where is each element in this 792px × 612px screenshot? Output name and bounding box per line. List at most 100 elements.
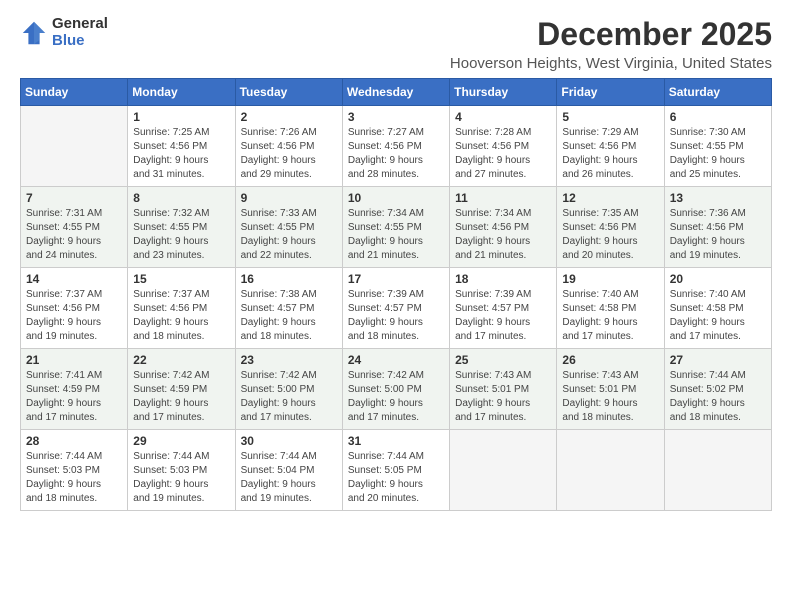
- day-number: 26: [562, 353, 658, 367]
- col-wednesday: Wednesday: [342, 79, 449, 106]
- day-number: 25: [455, 353, 551, 367]
- table-cell: 29 Sunrise: 7:44 AM Sunset: 5:03 PM Dayli…: [128, 430, 235, 511]
- day-number: 13: [670, 191, 766, 205]
- day-number: 30: [241, 434, 337, 448]
- calendar-week-row: 21 Sunrise: 7:41 AM Sunset: 4:59 PM Dayli…: [21, 349, 772, 430]
- table-cell: 26 Sunrise: 7:43 AM Sunset: 5:01 PM Dayli…: [557, 349, 664, 430]
- day-number: 31: [348, 434, 444, 448]
- calendar-week-row: 7Sunrise: 7:31 AM Sunset: 4:55 PM Daylig…: [21, 187, 772, 268]
- day-info: Sunrise: 7:27 AM Sunset: 4:56 PM Dayligh…: [348, 126, 444, 182]
- day-number: 4: [455, 110, 551, 124]
- table-cell: 14 Sunrise: 7:37 AM Sunset: 4:56 PM Dayli…: [21, 268, 128, 349]
- day-info: Sunrise: 7:40 AM Sunset: 4:58 PM Dayligh…: [562, 288, 658, 344]
- table-cell: 9 Sunrise: 7:33 AM Sunset: 4:55 PM Daylig…: [235, 187, 342, 268]
- day-info: Sunrise: 7:41 AM Sunset: 4:59 PM Dayligh…: [26, 369, 122, 425]
- table-cell: 6 Sunrise: 7:30 AM Sunset: 4:55 PM Daylig…: [664, 106, 771, 187]
- calendar-week-row: 28Sunrise: 7:44 AM Sunset: 5:03 PM Dayli…: [21, 430, 772, 511]
- table-cell: 22 Sunrise: 7:42 AM Sunset: 4:59 PM Dayli…: [128, 349, 235, 430]
- day-number: 27: [670, 353, 766, 367]
- table-cell: 11 Sunrise: 7:34 AM Sunset: 4:56 PM Dayli…: [450, 187, 557, 268]
- table-cell: 5 Sunrise: 7:29 AM Sunset: 4:56 PM Daylig…: [557, 106, 664, 187]
- day-info: Sunrise: 7:25 AM Sunset: 4:56 PM Dayligh…: [133, 126, 229, 182]
- day-info: Sunrise: 7:44 AM Sunset: 5:05 PM Dayligh…: [348, 450, 444, 506]
- table-cell: [557, 430, 664, 511]
- day-number: 23: [241, 353, 337, 367]
- day-info: Sunrise: 7:44 AM Sunset: 5:03 PM Dayligh…: [26, 450, 122, 506]
- day-info: Sunrise: 7:34 AM Sunset: 4:56 PM Dayligh…: [455, 207, 551, 263]
- day-info: Sunrise: 7:38 AM Sunset: 4:57 PM Dayligh…: [241, 288, 337, 344]
- calendar-header-row: Sunday Monday Tuesday Wednesday Thursday…: [21, 79, 772, 106]
- day-number: 22: [133, 353, 229, 367]
- day-info: Sunrise: 7:29 AM Sunset: 4:56 PM Dayligh…: [562, 126, 658, 182]
- table-cell: 7Sunrise: 7:31 AM Sunset: 4:55 PM Daylig…: [21, 187, 128, 268]
- col-saturday: Saturday: [664, 79, 771, 106]
- table-cell: 20 Sunrise: 7:40 AM Sunset: 4:58 PM Dayli…: [664, 268, 771, 349]
- day-info: Sunrise: 7:30 AM Sunset: 4:55 PM Dayligh…: [670, 126, 766, 182]
- table-cell: 13Sunrise: 7:36 AM Sunset: 4:56 PM Dayli…: [664, 187, 771, 268]
- day-info: Sunrise: 7:43 AM Sunset: 5:01 PM Dayligh…: [562, 369, 658, 425]
- table-cell: [450, 430, 557, 511]
- table-cell: 30 Sunrise: 7:44 AM Sunset: 5:04 PM Dayli…: [235, 430, 342, 511]
- day-number: 21: [26, 353, 122, 367]
- day-info: Sunrise: 7:39 AM Sunset: 4:57 PM Dayligh…: [455, 288, 551, 344]
- col-sunday: Sunday: [21, 79, 128, 106]
- col-tuesday: Tuesday: [235, 79, 342, 106]
- col-thursday: Thursday: [450, 79, 557, 106]
- day-number: 18: [455, 272, 551, 286]
- logo-text: General Blue: [52, 16, 108, 49]
- col-friday: Friday: [557, 79, 664, 106]
- day-info: Sunrise: 7:34 AM Sunset: 4:55 PM Dayligh…: [348, 207, 444, 263]
- calendar-week-row: 14 Sunrise: 7:37 AM Sunset: 4:56 PM Dayli…: [21, 268, 772, 349]
- table-cell: 10Sunrise: 7:34 AM Sunset: 4:55 PM Dayli…: [342, 187, 449, 268]
- day-info: Sunrise: 7:42 AM Sunset: 4:59 PM Dayligh…: [133, 369, 229, 425]
- day-number: 20: [670, 272, 766, 286]
- day-number: 17: [348, 272, 444, 286]
- day-info: Sunrise: 7:33 AM Sunset: 4:55 PM Dayligh…: [241, 207, 337, 263]
- day-number: 1: [133, 110, 229, 124]
- day-info: Sunrise: 7:35 AM Sunset: 4:56 PM Dayligh…: [562, 207, 658, 263]
- title-area: December 2025 Hooverson Heights, West Vi…: [450, 16, 772, 72]
- day-number: 8: [133, 191, 229, 205]
- table-cell: 28Sunrise: 7:44 AM Sunset: 5:03 PM Dayli…: [21, 430, 128, 511]
- day-number: 5: [562, 110, 658, 124]
- day-number: 24: [348, 353, 444, 367]
- month-title: December 2025: [450, 16, 772, 53]
- day-number: 19: [562, 272, 658, 286]
- day-info: Sunrise: 7:37 AM Sunset: 4:56 PM Dayligh…: [26, 288, 122, 344]
- day-info: Sunrise: 7:44 AM Sunset: 5:03 PM Dayligh…: [133, 450, 229, 506]
- location-title: Hooverson Heights, West Virginia, United…: [450, 55, 772, 72]
- day-number: 9: [241, 191, 337, 205]
- day-number: 6: [670, 110, 766, 124]
- col-monday: Monday: [128, 79, 235, 106]
- day-info: Sunrise: 7:32 AM Sunset: 4:55 PM Dayligh…: [133, 207, 229, 263]
- table-cell: 1 Sunrise: 7:25 AM Sunset: 4:56 PM Daylig…: [128, 106, 235, 187]
- day-info: Sunrise: 7:26 AM Sunset: 4:56 PM Dayligh…: [241, 126, 337, 182]
- day-info: Sunrise: 7:37 AM Sunset: 4:56 PM Dayligh…: [133, 288, 229, 344]
- day-number: 2: [241, 110, 337, 124]
- day-number: 3: [348, 110, 444, 124]
- day-info: Sunrise: 7:42 AM Sunset: 5:00 PM Dayligh…: [348, 369, 444, 425]
- table-cell: 2 Sunrise: 7:26 AM Sunset: 4:56 PM Daylig…: [235, 106, 342, 187]
- day-info: Sunrise: 7:40 AM Sunset: 4:58 PM Dayligh…: [670, 288, 766, 344]
- logo-icon: [20, 19, 48, 47]
- day-number: 14: [26, 272, 122, 286]
- table-cell: 12Sunrise: 7:35 AM Sunset: 4:56 PM Dayli…: [557, 187, 664, 268]
- day-number: 11: [455, 191, 551, 205]
- table-cell: [21, 106, 128, 187]
- table-cell: 4 Sunrise: 7:28 AM Sunset: 4:56 PM Daylig…: [450, 106, 557, 187]
- calendar-table: Sunday Monday Tuesday Wednesday Thursday…: [20, 78, 772, 511]
- logo-blue-text: Blue: [52, 33, 108, 50]
- calendar-week-row: 1 Sunrise: 7:25 AM Sunset: 4:56 PM Daylig…: [21, 106, 772, 187]
- day-number: 29: [133, 434, 229, 448]
- day-info: Sunrise: 7:43 AM Sunset: 5:01 PM Dayligh…: [455, 369, 551, 425]
- table-cell: 3 Sunrise: 7:27 AM Sunset: 4:56 PM Daylig…: [342, 106, 449, 187]
- day-number: 15: [133, 272, 229, 286]
- table-cell: [664, 430, 771, 511]
- table-cell: 15 Sunrise: 7:37 AM Sunset: 4:56 PM Dayli…: [128, 268, 235, 349]
- table-cell: 18 Sunrise: 7:39 AM Sunset: 4:57 PM Dayli…: [450, 268, 557, 349]
- day-info: Sunrise: 7:28 AM Sunset: 4:56 PM Dayligh…: [455, 126, 551, 182]
- table-cell: 24 Sunrise: 7:42 AM Sunset: 5:00 PM Dayli…: [342, 349, 449, 430]
- day-info: Sunrise: 7:44 AM Sunset: 5:04 PM Dayligh…: [241, 450, 337, 506]
- table-cell: 25 Sunrise: 7:43 AM Sunset: 5:01 PM Dayli…: [450, 349, 557, 430]
- day-number: 16: [241, 272, 337, 286]
